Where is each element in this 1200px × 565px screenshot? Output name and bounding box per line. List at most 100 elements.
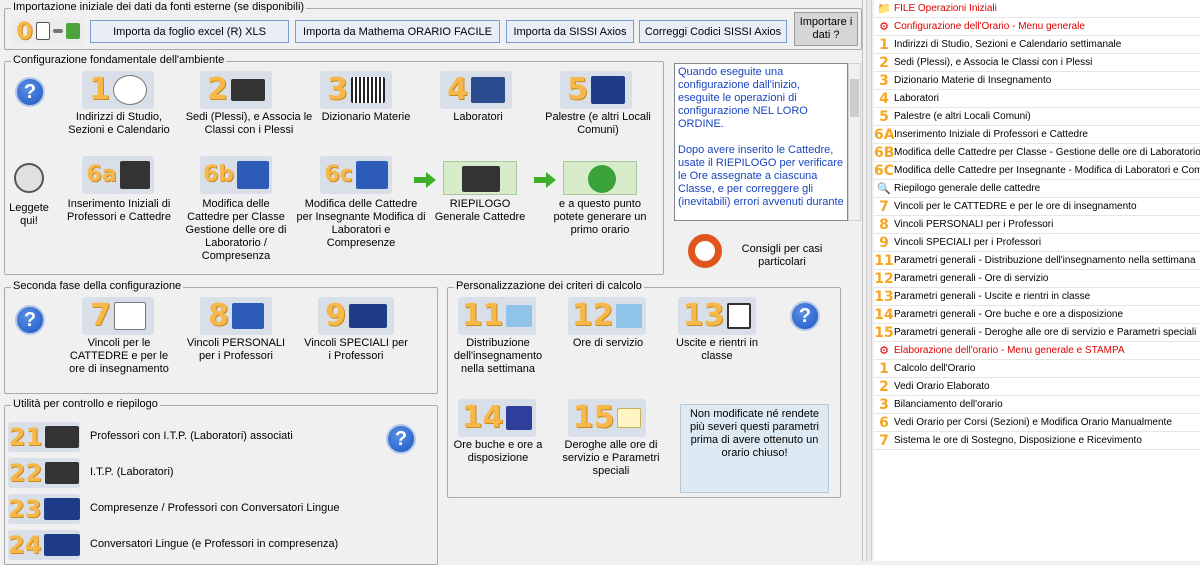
utility-help-icon[interactable]: ? xyxy=(386,424,416,454)
utility-item-23-icon[interactable]: 23 xyxy=(8,494,80,524)
menu-item[interactable]: 6 Vedi Orario per Corsi (Sezioni) e Modif… xyxy=(874,414,1200,432)
menu-item[interactable]: 1 Indirizzi di Studio, Sezioni e Calendar… xyxy=(874,36,1200,54)
document-stack-icon xyxy=(35,22,50,40)
config-item-6c-label[interactable]: Modifica delle Cattedre per Insegnante M… xyxy=(296,198,426,250)
menu-item[interactable]: 15 Parametri generali - Deroghe alle ore … xyxy=(874,324,1200,342)
config-item-2-label[interactable]: Sedi (Plessi), e Associa le Classi con i… xyxy=(178,111,320,137)
seconda-item-8-label[interactable]: Vincoli PERSONALI per i Professori xyxy=(180,337,292,363)
import-zero-number: 0 xyxy=(16,17,33,45)
menu-item[interactable]: 4 Laboratori xyxy=(874,90,1200,108)
side-menu: 📁 FILE Operazioni Iniziali ⚙ Configurazione… xyxy=(874,0,1200,561)
config-item-3-icon[interactable]: 3 xyxy=(320,71,392,109)
menu-item-label: Vincoli SPECIALI per i Professori xyxy=(894,237,1042,248)
menu-item-number: 8 xyxy=(879,216,889,233)
menu-item[interactable]: 5 Palestre (e altri Locali Comuni) xyxy=(874,108,1200,126)
glasses-icon[interactable] xyxy=(11,160,47,196)
config-item-6a-label[interactable]: Inserimento Iniziali di Professori e Cat… xyxy=(62,198,176,224)
config-item-4-icon[interactable]: 4 xyxy=(440,71,512,109)
personal-item-12-label[interactable]: Ore di servizio xyxy=(568,337,648,350)
correct-sissi-codes-button[interactable]: Correggi Codici SISSI Axios xyxy=(639,20,787,43)
generate-schedule-label[interactable]: e a questo punto potete generare un prim… xyxy=(548,198,652,237)
personal-item-15-icon[interactable]: 15 xyxy=(568,399,646,437)
personal-item-13-label[interactable]: Uscite e rientri in classe xyxy=(672,337,762,363)
config-item-6c-icon[interactable]: 6c xyxy=(320,156,392,194)
utility-item-23-label[interactable]: Compresenze / Professori con Conversator… xyxy=(90,502,390,515)
personal-item-11-number: 11 xyxy=(461,298,504,333)
riepilogo-label[interactable]: RIEPILOGO Generale Cattedre xyxy=(432,198,528,224)
menu-item[interactable]: ⚙ Configurazione dell'Orario - Menu gener… xyxy=(874,18,1200,36)
seconda-item-9-icon[interactable]: 9 xyxy=(318,297,394,335)
utility-item-22-label[interactable]: I.T.P. (Laboratori) xyxy=(90,466,370,479)
gym-people-icon xyxy=(590,76,625,104)
seconda-item-7-label[interactable]: Vincoli per le CATTEDRE e per le ore di … xyxy=(64,337,174,376)
personal-item-14-icon[interactable]: 14 xyxy=(458,399,536,437)
import-excel-button[interactable]: Importa da foglio excel (R) XLS xyxy=(90,20,289,43)
config-item-6b-label[interactable]: Modifica delle Cattedre per Classe Gesti… xyxy=(180,198,292,263)
personal-item-14-label[interactable]: Ore buche e ore a disposizione xyxy=(450,439,546,465)
import-sissi-button[interactable]: Importa da SISSI Axios xyxy=(506,20,634,43)
menu-item[interactable]: 2 Vedi Orario Elaborato xyxy=(874,378,1200,396)
config-item-4-label[interactable]: Laboratori xyxy=(440,111,516,124)
memo-scrollbar-thumb[interactable] xyxy=(850,79,859,117)
config-item-1-number: 1 xyxy=(89,72,110,107)
menu-item-number: 6 xyxy=(879,414,889,431)
menu-item-label: Parametri generali - Ore buche e ore a d… xyxy=(894,309,1124,320)
menu-item[interactable]: 3 Dizionario Materie di Insegnamento xyxy=(874,72,1200,90)
utility-item-21-label[interactable]: Professori con I.T.P. (Laboratori) assoc… xyxy=(90,430,370,443)
seconda-item-7-icon[interactable]: 7 xyxy=(82,297,154,335)
panel-border xyxy=(862,0,863,561)
menu-item[interactable]: 14 Parametri generali - Ore buche e ore a… xyxy=(874,306,1200,324)
menu-item[interactable]: 9 Vincoli SPECIALI per i Professori xyxy=(874,234,1200,252)
menu-item[interactable]: 6B Modifica delle Cattedre per Classe - G… xyxy=(874,144,1200,162)
config-item-5-label[interactable]: Palestre (e altri Locali Comuni) xyxy=(540,111,656,137)
config-item-6b-icon[interactable]: 6b xyxy=(200,156,272,194)
lifebuoy-icon[interactable] xyxy=(686,232,724,270)
menu-item[interactable]: 📁 FILE Operazioni Iniziali xyxy=(874,0,1200,18)
seconda-item-9-label[interactable]: Vincoli SPECIALI per i Professori xyxy=(304,337,408,363)
panel-splitter[interactable] xyxy=(866,0,872,561)
seconda-help-icon[interactable]: ? xyxy=(15,305,45,335)
config-item-3-label[interactable]: Dizionario Materie xyxy=(320,111,412,124)
menu-item[interactable]: 12 Parametri generali - Ore di servizio xyxy=(874,270,1200,288)
memo-scrollbar[interactable] xyxy=(848,63,861,221)
config-item-1-icon[interactable]: 1 xyxy=(82,71,154,109)
import-mathema-button[interactable]: Importa da Mathema ORARIO FACILE xyxy=(295,20,500,43)
menu-item[interactable]: 6C Modifica delle Cattedre per Insegnante… xyxy=(874,162,1200,180)
utility-item-24-icon[interactable]: 24 xyxy=(8,530,80,560)
personal-item-11-icon[interactable]: 11 xyxy=(458,297,536,335)
menu-item[interactable]: 2 Sedi (Plessi), e Associa le Classi con … xyxy=(874,54,1200,72)
seconda-item-8-icon[interactable]: 8 xyxy=(200,297,272,335)
import-zero-icon[interactable]: 0 xyxy=(12,18,84,44)
menu-item-label: Modifica delle Cattedre per Insegnante -… xyxy=(894,165,1200,176)
personal-help-icon[interactable]: ? xyxy=(790,301,820,331)
leggete-label[interactable]: Leggete qui! xyxy=(4,202,54,228)
menu-item[interactable]: 13 Parametri generali - Uscite e rientri … xyxy=(874,288,1200,306)
utility-item-21-icon[interactable]: 21 xyxy=(8,422,80,452)
consigli-label[interactable]: Consigli per casi particolari xyxy=(732,243,832,269)
menu-item[interactable]: 11 Parametri generali - Distribuzione del… xyxy=(874,252,1200,270)
instructions-memo[interactable]: Quando eseguite una configurazione dall'… xyxy=(674,63,848,221)
import-data-button[interactable]: Importare i dati ? xyxy=(794,12,858,46)
menu-item[interactable]: 7 Sistema le ore di Sostegno, Disposizion… xyxy=(874,432,1200,450)
menu-item[interactable]: 1 Calcolo dell'Orario xyxy=(874,360,1200,378)
personal-item-13-icon[interactable]: 13 xyxy=(678,297,756,335)
personal-item-12-icon[interactable]: 12 xyxy=(568,297,646,335)
menu-item[interactable]: 8 Vincoli PERSONALI per i Professori xyxy=(874,216,1200,234)
menu-item[interactable]: 7 Vincoli per le CATTEDRE e per le ore di… xyxy=(874,198,1200,216)
utility-item-21-number: 21 xyxy=(8,423,43,451)
config-item-6a-icon[interactable]: 6a xyxy=(82,156,154,194)
utility-item-22-icon[interactable]: 22 xyxy=(8,458,80,488)
config-item-1-label[interactable]: Indirizzi di Studio, Sezioni e Calendari… xyxy=(62,111,176,137)
personal-item-15-label[interactable]: Deroghe alle ore di servizio e Parametri… xyxy=(556,439,666,478)
menu-item[interactable]: 🔍 Riepilogo generale delle cattedre xyxy=(874,180,1200,198)
generate-schedule-icon[interactable] xyxy=(563,161,637,195)
personal-item-11-label[interactable]: Distribuzione dell'insegnamento nella se… xyxy=(448,337,548,376)
riepilogo-icon[interactable] xyxy=(443,161,517,195)
menu-item[interactable]: 6A Inserimento Iniziale di Professori e C… xyxy=(874,126,1200,144)
config-item-2-icon[interactable]: 2 xyxy=(200,71,272,109)
menu-item[interactable]: ⚙ Elaborazione dell'orario - Menu general… xyxy=(874,342,1200,360)
utility-item-24-label[interactable]: Conversatori Lingue (e Professori in com… xyxy=(90,538,390,551)
config-help-icon[interactable]: ? xyxy=(15,77,45,107)
menu-item[interactable]: 3 Bilanciamento dell'orario xyxy=(874,396,1200,414)
config-item-5-icon[interactable]: 5 xyxy=(560,71,632,109)
